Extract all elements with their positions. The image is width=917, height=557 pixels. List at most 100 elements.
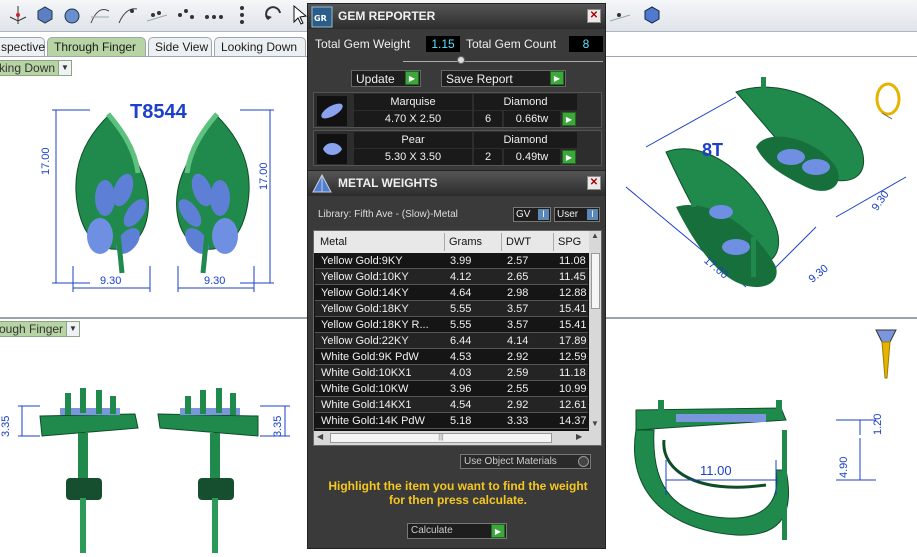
dim-lower-right-top: 1.20 (872, 413, 884, 435)
update-label: Update (356, 72, 395, 86)
tab-through-finger[interactable]: Through Finger (47, 37, 146, 57)
gem-reporter-titlebar[interactable]: GR GEM REPORTER ✕ (308, 4, 605, 29)
zoom-slider[interactable] (403, 56, 603, 64)
user-toggle[interactable]: User I (554, 207, 600, 222)
point-column-icon[interactable] (230, 3, 254, 27)
table-row[interactable]: White Gold:14KX1 4.54 2.92 12.61 (315, 397, 588, 413)
dim-lower-right-width: 11.00 (700, 463, 732, 478)
grams-value: 5.18 (450, 415, 472, 427)
dim-height-right: 17.00 (258, 162, 270, 190)
save-report-button[interactable]: Save Report ▶ (441, 70, 566, 87)
use-object-materials-toggle[interactable]: Use Object Materials (460, 454, 591, 469)
scroll-right-icon[interactable]: ▶ (576, 432, 582, 441)
sphere-icon[interactable] (60, 3, 84, 27)
horizontal-scrollbar[interactable]: ◀ ||| ▶ (314, 431, 601, 445)
column-header-grams[interactable]: Grams (449, 234, 499, 250)
toggle-indicator-icon: I (587, 209, 598, 220)
metal-name: White Gold:9K PdW (321, 351, 419, 363)
gem-size: 5.30 X 3.50 (354, 149, 472, 165)
table-row[interactable]: Yellow Gold:14KY 4.64 2.98 12.88 (315, 285, 588, 301)
scroll-up-icon[interactable]: ▲ (591, 231, 599, 240)
gem-weight: 0.66tw (504, 111, 560, 127)
dim-height-left: 17.00 (40, 147, 52, 175)
pin-icon[interactable] (875, 329, 897, 379)
table-row[interactable]: Yellow Gold:18KY 5.55 3.57 15.41 (315, 301, 588, 317)
metal-weights-panel: METAL WEIGHTS ✕ Library: Fifth Ave - (Sl… (307, 170, 606, 549)
vertical-scrollbar[interactable]: ▲ ▼ (589, 231, 601, 431)
viewport-perspective[interactable] (606, 57, 917, 317)
table-row[interactable]: Yellow Gold:18KY R... 5.55 3.57 15.41 (315, 317, 588, 333)
grams-value: 3.96 (450, 383, 472, 395)
rotate-icon[interactable] (262, 3, 286, 27)
gem-reporter-title: GEM REPORTER (338, 9, 436, 23)
pyramid-icon (312, 173, 332, 193)
curve-icon[interactable] (88, 3, 112, 27)
gem-row[interactable]: Pear Diamond 5.30 X 3.50 2 0.49tw ▶ (313, 130, 602, 166)
earring-right (176, 112, 250, 274)
table-row[interactable]: Yellow Gold:9KY 3.99 2.57 11.08 (315, 253, 588, 269)
tab-perspective[interactable]: spective (0, 37, 45, 57)
grams-value: 4.03 (450, 367, 472, 379)
grams-value: 3.99 (450, 255, 472, 267)
grid-tool-icon[interactable] (608, 3, 632, 27)
metal-name: Yellow Gold:18KY (321, 303, 409, 315)
move-axis-icon[interactable] (6, 3, 30, 27)
grams-value: 4.54 (450, 399, 472, 411)
tab-side-view[interactable]: Side View (148, 37, 212, 57)
viewport-dropdown-bottom-label: ough Finger (0, 322, 64, 336)
earring-side-right (157, 388, 259, 553)
gem-totals: Total Gem Weight 1.15 Total Gem Count 8 (313, 36, 603, 54)
metal-name: Yellow Gold:22KY (321, 335, 409, 347)
ring-icon[interactable] (875, 82, 901, 120)
scrollbar-thumb[interactable] (591, 253, 600, 309)
metal-name: Yellow Gold:9KY (321, 255, 403, 267)
viewport-side[interactable] (0, 338, 307, 557)
slider-thumb[interactable] (457, 56, 465, 64)
save-report-label: Save Report (446, 72, 513, 86)
points-grid-icon[interactable] (145, 3, 169, 27)
play-icon[interactable]: ▶ (562, 150, 576, 164)
total-count-label: Total Gem Count (466, 37, 557, 51)
play-icon[interactable]: ▶ (562, 112, 576, 126)
scroll-left-icon[interactable]: ◀ (317, 432, 323, 441)
table-row[interactable]: White Gold:10KW 3.96 2.55 10.99 (315, 381, 588, 397)
dwt-value: 2.57 (507, 255, 529, 267)
close-icon[interactable]: ✕ (587, 176, 601, 190)
column-header-metal[interactable]: Metal (320, 234, 440, 250)
table-row[interactable]: Yellow Gold:22KY 6.44 4.14 17.89 (315, 333, 588, 349)
gem-reporter-panel: GR GEM REPORTER ✕ Total Gem Weight 1.15 … (307, 3, 606, 173)
viewport-dropdown-bottom[interactable]: ough Finger ▼ (0, 321, 80, 337)
scroll-down-icon[interactable]: ▼ (591, 419, 599, 428)
table-row[interactable]: White Gold:14K PdW 5.18 3.33 14.37 (315, 413, 588, 429)
update-button[interactable]: Update ▶ (351, 70, 421, 87)
tab-looking-down[interactable]: Looking Down (214, 37, 306, 57)
viewport-dropdown-top[interactable]: king Down ▼ (0, 60, 72, 76)
point-row-icon[interactable] (202, 3, 226, 27)
cube-icon[interactable] (33, 3, 57, 27)
calculate-button[interactable]: Calculate ▶ (407, 523, 507, 539)
dim-lower-right-height: 4.90 (838, 456, 850, 478)
svg-text:GR: GR (314, 14, 327, 23)
hscroll-thumb[interactable]: ||| (330, 433, 552, 443)
curve-edit-icon[interactable] (116, 3, 140, 27)
table-row[interactable]: Yellow Gold:10KY 4.12 2.65 11.45 (315, 269, 588, 285)
total-weight-label: Total Gem Weight (315, 37, 411, 51)
dwt-value: 4.14 (507, 335, 529, 347)
close-icon[interactable]: ✕ (587, 9, 601, 23)
column-header-dwt[interactable]: DWT (506, 234, 551, 250)
gem-size: 4.70 X 2.50 (354, 111, 472, 127)
metal-name: White Gold:14K PdW (321, 415, 425, 427)
viewport-profile[interactable] (606, 320, 917, 557)
grams-value: 5.55 (450, 303, 472, 315)
gem-shape: Marquise (354, 94, 472, 110)
render-cube-icon[interactable] (640, 3, 664, 27)
control-points-icon[interactable] (174, 3, 198, 27)
dwt-value: 2.55 (507, 383, 529, 395)
table-row[interactable]: White Gold:10KX1 4.03 2.59 11.18 (315, 365, 588, 381)
model-label: T8544 (130, 101, 187, 123)
table-row[interactable]: White Gold:9K PdW 4.53 2.92 12.59 (315, 349, 588, 365)
gem-row[interactable]: Marquise Diamond 4.70 X 2.50 6 0.66tw ▶ (313, 92, 602, 128)
gv-toggle[interactable]: GV I (513, 207, 551, 222)
metal-weights-titlebar[interactable]: METAL WEIGHTS ✕ (308, 171, 605, 196)
play-icon: ▶ (491, 524, 505, 538)
